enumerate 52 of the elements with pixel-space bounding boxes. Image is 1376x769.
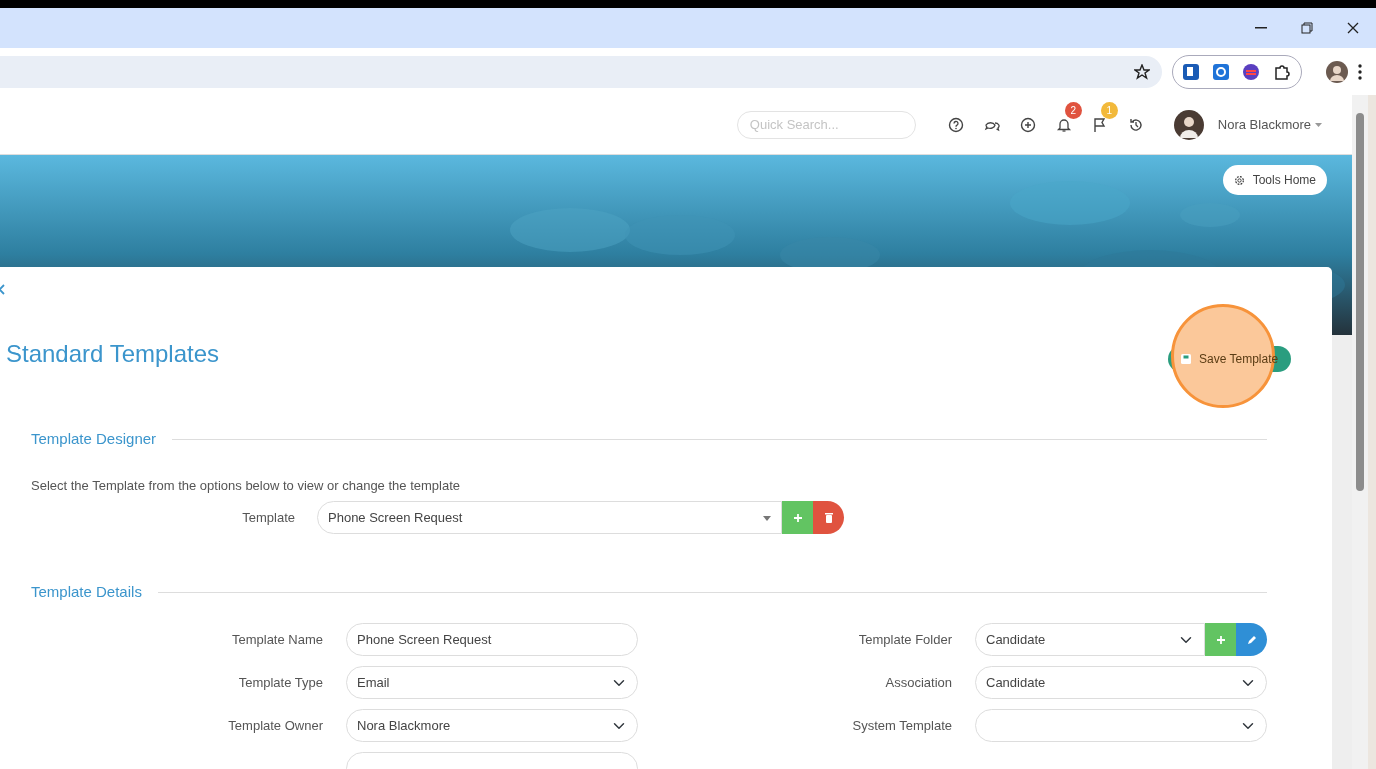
search-field[interactable]: Quick Search...	[736, 110, 916, 139]
pencil-icon	[1246, 634, 1257, 645]
select-value: Phone Screen Request	[328, 508, 463, 527]
field-label: Template Name	[230, 630, 323, 649]
extension-icon[interactable]	[1243, 63, 1259, 80]
template-select[interactable]: Phone Screen Request	[317, 501, 782, 534]
scrollbar-thumb[interactable]	[1356, 113, 1364, 491]
page-title: Standard Templates	[6, 340, 220, 369]
caret-icon	[763, 515, 771, 521]
restore-icon[interactable]	[1301, 22, 1313, 34]
floppy-icon	[1181, 354, 1191, 364]
close-icon[interactable]	[1347, 22, 1359, 34]
trash-icon	[824, 512, 833, 523]
section-title: Template Designer	[31, 429, 157, 449]
field-label: Template Owner	[227, 716, 323, 735]
user-name[interactable]: Nora Blackmore	[1217, 114, 1311, 135]
help-icon[interactable]	[947, 116, 964, 133]
plus-circle-icon[interactable]	[1019, 116, 1036, 133]
count-badge: 2	[1064, 101, 1082, 119]
field-label: System Template	[851, 716, 952, 735]
user-avatar[interactable]	[1173, 109, 1204, 140]
extension-icon[interactable]	[1183, 63, 1199, 80]
section-title: Template Details	[31, 582, 142, 602]
history-icon[interactable]	[1127, 116, 1144, 133]
count-badge: 1	[1100, 101, 1118, 119]
back-icon[interactable]	[0, 284, 5, 296]
text-field[interactable]: Phone Screen Request	[346, 623, 638, 656]
folder-select[interactable]: Candidate	[975, 623, 1205, 656]
delete-button[interactable]	[813, 501, 844, 534]
extension-icon[interactable]	[1213, 63, 1229, 80]
minimize-icon[interactable]	[1255, 27, 1267, 29]
puzzle-icon[interactable]	[1273, 62, 1291, 81]
profile-avatar[interactable]	[1326, 60, 1348, 83]
bell-icon[interactable]	[1055, 116, 1072, 133]
field-label: Template	[241, 508, 295, 527]
caret-icon[interactable]	[1315, 123, 1322, 128]
select-field[interactable]	[975, 709, 1267, 742]
field-label: Template Folder	[857, 630, 952, 649]
instruction-text: Select the Template from the options below to view or change the template	[31, 477, 460, 495]
star-icon[interactable]	[1134, 63, 1150, 80]
select-field[interactable]: Email	[346, 666, 638, 699]
edit-button[interactable]	[1236, 623, 1267, 656]
tools-home-button[interactable]: Tools Home	[1222, 165, 1327, 195]
gear-icon	[1233, 174, 1245, 186]
select-field[interactable]: Nora Blackmore	[346, 709, 638, 742]
plus-icon	[793, 513, 802, 522]
flag-icon[interactable]	[1091, 116, 1108, 133]
field-label: Template Type	[237, 673, 323, 692]
field-label: Association	[884, 673, 952, 692]
select-field[interactable]: Candidate	[975, 666, 1267, 699]
more-icon[interactable]	[1358, 63, 1362, 80]
plus-icon	[1216, 635, 1225, 644]
